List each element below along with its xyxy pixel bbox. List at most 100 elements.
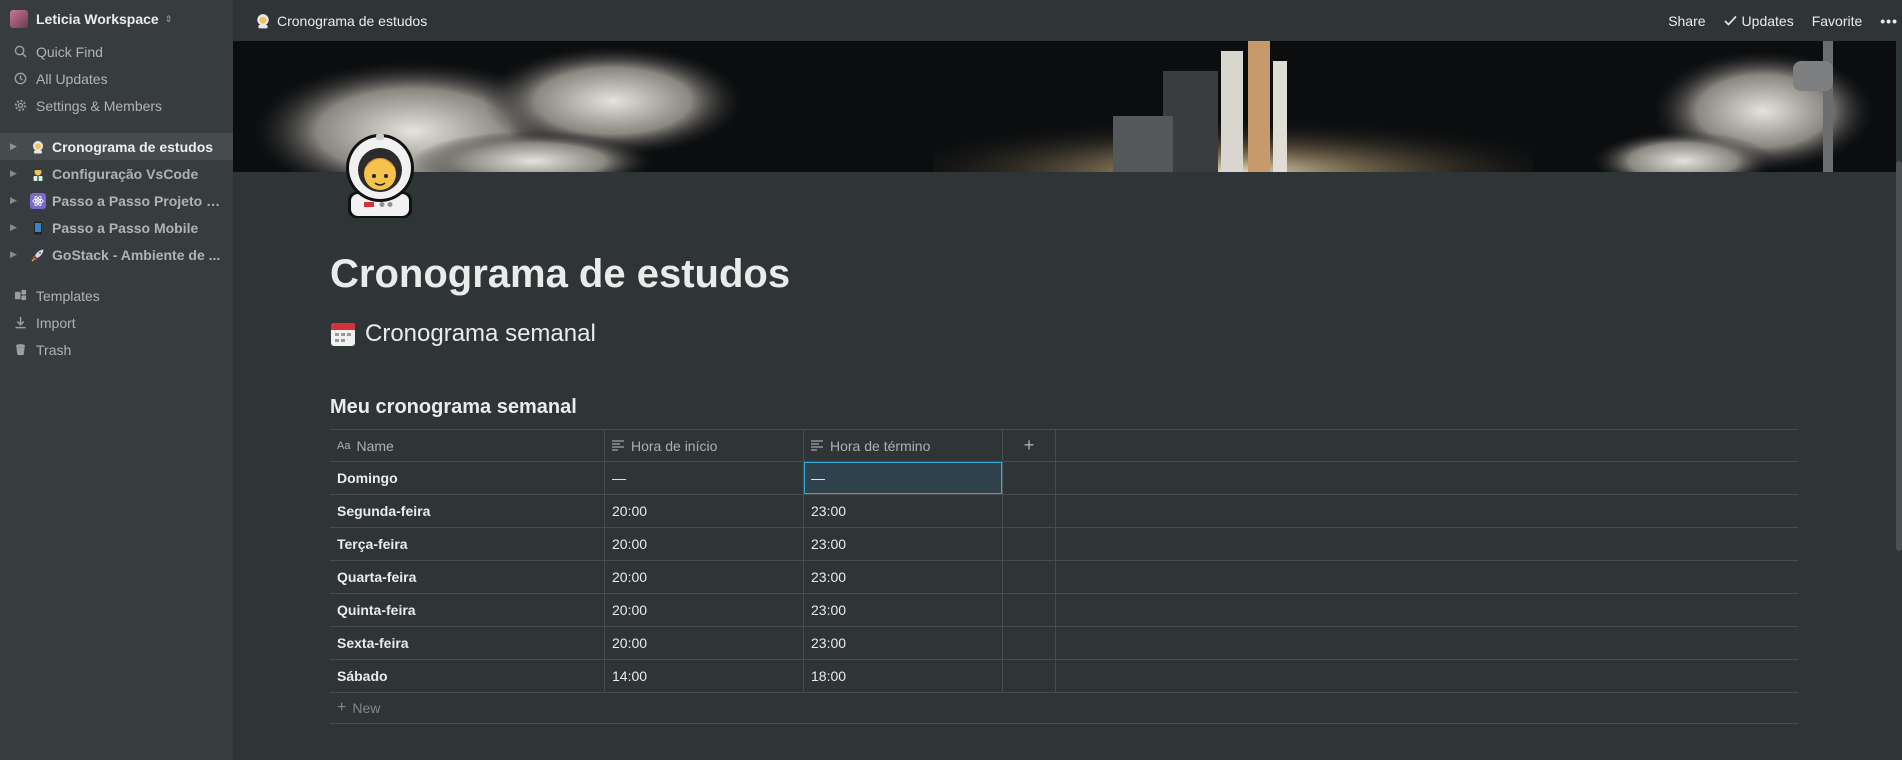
- expand-triangle-icon[interactable]: ▶: [10, 195, 24, 206]
- workspace-switcher[interactable]: Leticia Workspace ⇕: [0, 0, 233, 38]
- cell-empty: [1003, 660, 1056, 692]
- sidebar-page-label: Passo a Passo Mobile: [52, 219, 199, 236]
- sidebar-page-label: Passo a Passo Projeto R...: [52, 192, 221, 209]
- column-header-start[interactable]: Hora de início: [605, 430, 804, 461]
- cell-name[interactable]: Segunda-feira: [330, 495, 605, 527]
- cell-start[interactable]: 20:00: [605, 528, 804, 560]
- sidebar-item-all-updates[interactable]: All Updates: [0, 65, 233, 92]
- sidebar-item-trash[interactable]: Trash: [0, 336, 233, 363]
- new-row-button[interactable]: + New: [330, 693, 1798, 724]
- cell-filler: [1056, 660, 1798, 692]
- table-row[interactable]: Sexta-feira 20:00 23:00: [330, 627, 1798, 660]
- cell-start[interactable]: 20:00: [605, 561, 804, 593]
- cell-end[interactable]: 18:00: [804, 660, 1003, 692]
- sidebar-page-cronograma[interactable]: ▶ Cronograma de estudos: [0, 133, 233, 160]
- table-row[interactable]: Quinta-feira 20:00 23:00: [330, 594, 1798, 627]
- table-row[interactable]: Sábado 14:00 18:00: [330, 660, 1798, 693]
- scientist-icon: [30, 166, 46, 182]
- text-property-icon: [811, 440, 824, 451]
- scrollbar[interactable]: [1896, 41, 1902, 760]
- cell-end[interactable]: 23:00: [804, 495, 1003, 527]
- column-header-name[interactable]: Aa Name: [330, 430, 605, 461]
- sidebar-page-gostack[interactable]: ▶ GoStack - Ambiente de ...: [0, 241, 233, 268]
- more-options-button[interactable]: •••: [1880, 13, 1898, 29]
- cell-start[interactable]: —: [605, 462, 804, 494]
- sidebar-item-settings[interactable]: Settings & Members: [0, 92, 233, 119]
- astronaut-icon: [255, 13, 271, 29]
- add-column-button[interactable]: +: [1003, 430, 1056, 461]
- updates-button[interactable]: Updates: [1723, 13, 1794, 29]
- calendar-icon: [330, 321, 356, 347]
- database-title[interactable]: Meu cronograma semanal: [330, 396, 577, 419]
- cell-filler: [1056, 528, 1798, 560]
- cell-filler: [1056, 627, 1798, 659]
- expand-triangle-icon[interactable]: ▶: [10, 141, 24, 152]
- gear-icon: [12, 98, 28, 114]
- expand-triangle-icon[interactable]: ▶: [10, 168, 24, 179]
- page-astronaut-icon[interactable]: [340, 130, 420, 220]
- cell-empty: [1003, 462, 1056, 494]
- cell-empty: [1003, 561, 1056, 593]
- sidebar-item-label: Quick Find: [36, 43, 103, 60]
- sidebar-item-quick-find[interactable]: Quick Find: [0, 38, 233, 65]
- share-button[interactable]: Share: [1668, 13, 1705, 29]
- sidebar-item-label: Settings & Members: [36, 97, 163, 114]
- cell-name[interactable]: Sexta-feira: [330, 627, 605, 659]
- sidebar-page-projeto[interactable]: ▶ Passo a Passo Projeto R...: [0, 187, 233, 214]
- favorite-button[interactable]: Favorite: [1812, 13, 1863, 29]
- cell-start[interactable]: 14:00: [605, 660, 804, 692]
- cell-end[interactable]: 23:00: [804, 627, 1003, 659]
- cell-end[interactable]: 23:00: [804, 561, 1003, 593]
- atom-icon: [30, 192, 46, 209]
- cell-empty: [1003, 495, 1056, 527]
- table-row[interactable]: Quarta-feira 20:00 23:00: [330, 561, 1798, 594]
- cell-empty: [1003, 627, 1056, 659]
- cell-start[interactable]: 20:00: [605, 627, 804, 659]
- column-header-label: Hora de início: [631, 437, 718, 454]
- column-header-end[interactable]: Hora de término: [804, 430, 1003, 461]
- cell-filler: [1056, 594, 1798, 626]
- table-row[interactable]: Terça-feira 20:00 23:00: [330, 528, 1798, 561]
- cell-empty: [1003, 528, 1056, 560]
- text-property-icon: [612, 440, 625, 451]
- cell-end[interactable]: 23:00: [804, 528, 1003, 560]
- page-title[interactable]: Cronograma de estudos: [330, 252, 790, 297]
- topbar: Cronograma de estudos Share Updates Favo…: [233, 0, 1902, 41]
- cell-filler: [1056, 462, 1798, 494]
- cell-name[interactable]: Quinta-feira: [330, 594, 605, 626]
- cell-start[interactable]: 20:00: [605, 594, 804, 626]
- cell-end-selected[interactable]: —: [804, 462, 1003, 494]
- cell-start[interactable]: 20:00: [605, 495, 804, 527]
- table-header-row: Aa Name Hora de início Hora de término +: [330, 429, 1798, 462]
- cell-empty: [1003, 594, 1056, 626]
- sidebar-page-vscode[interactable]: ▶ Configuração VsCode: [0, 160, 233, 187]
- sidebar-item-label: Import: [36, 314, 76, 331]
- workspace-name: Leticia Workspace: [36, 11, 159, 27]
- table-row[interactable]: Segunda-feira 20:00 23:00: [330, 495, 1798, 528]
- cell-end[interactable]: 23:00: [804, 594, 1003, 626]
- sidebar-page-mobile[interactable]: ▶ Passo a Passo Mobile: [0, 214, 233, 241]
- breadcrumb[interactable]: Cronograma de estudos: [255, 13, 427, 29]
- sidebar-item-label: All Updates: [36, 70, 108, 87]
- templates-icon: [12, 288, 28, 304]
- sidebar-page-label: Cronograma de estudos: [52, 138, 214, 155]
- sidebar-item-templates[interactable]: Templates: [0, 282, 233, 309]
- section-heading[interactable]: Cronograma semanal: [330, 320, 596, 348]
- cell-name[interactable]: Domingo: [330, 462, 605, 494]
- cell-name[interactable]: Quarta-feira: [330, 561, 605, 593]
- chevron-updown-icon: ⇕: [164, 13, 173, 24]
- table-row[interactable]: Domingo — —: [330, 462, 1798, 495]
- cover-image: [233, 41, 1896, 172]
- expand-triangle-icon[interactable]: ▶: [10, 222, 24, 233]
- cell-filler: [1056, 561, 1798, 593]
- scrollbar-thumb[interactable]: [1896, 161, 1902, 551]
- cell-name[interactable]: Sábado: [330, 660, 605, 692]
- trash-icon: [12, 342, 28, 358]
- sidebar-item-import[interactable]: Import: [0, 309, 233, 336]
- cell-name[interactable]: Terça-feira: [330, 528, 605, 560]
- column-header-label: Name: [356, 437, 394, 454]
- sidebar-page-label: GoStack - Ambiente de ...: [52, 246, 221, 263]
- expand-triangle-icon[interactable]: ▶: [10, 249, 24, 260]
